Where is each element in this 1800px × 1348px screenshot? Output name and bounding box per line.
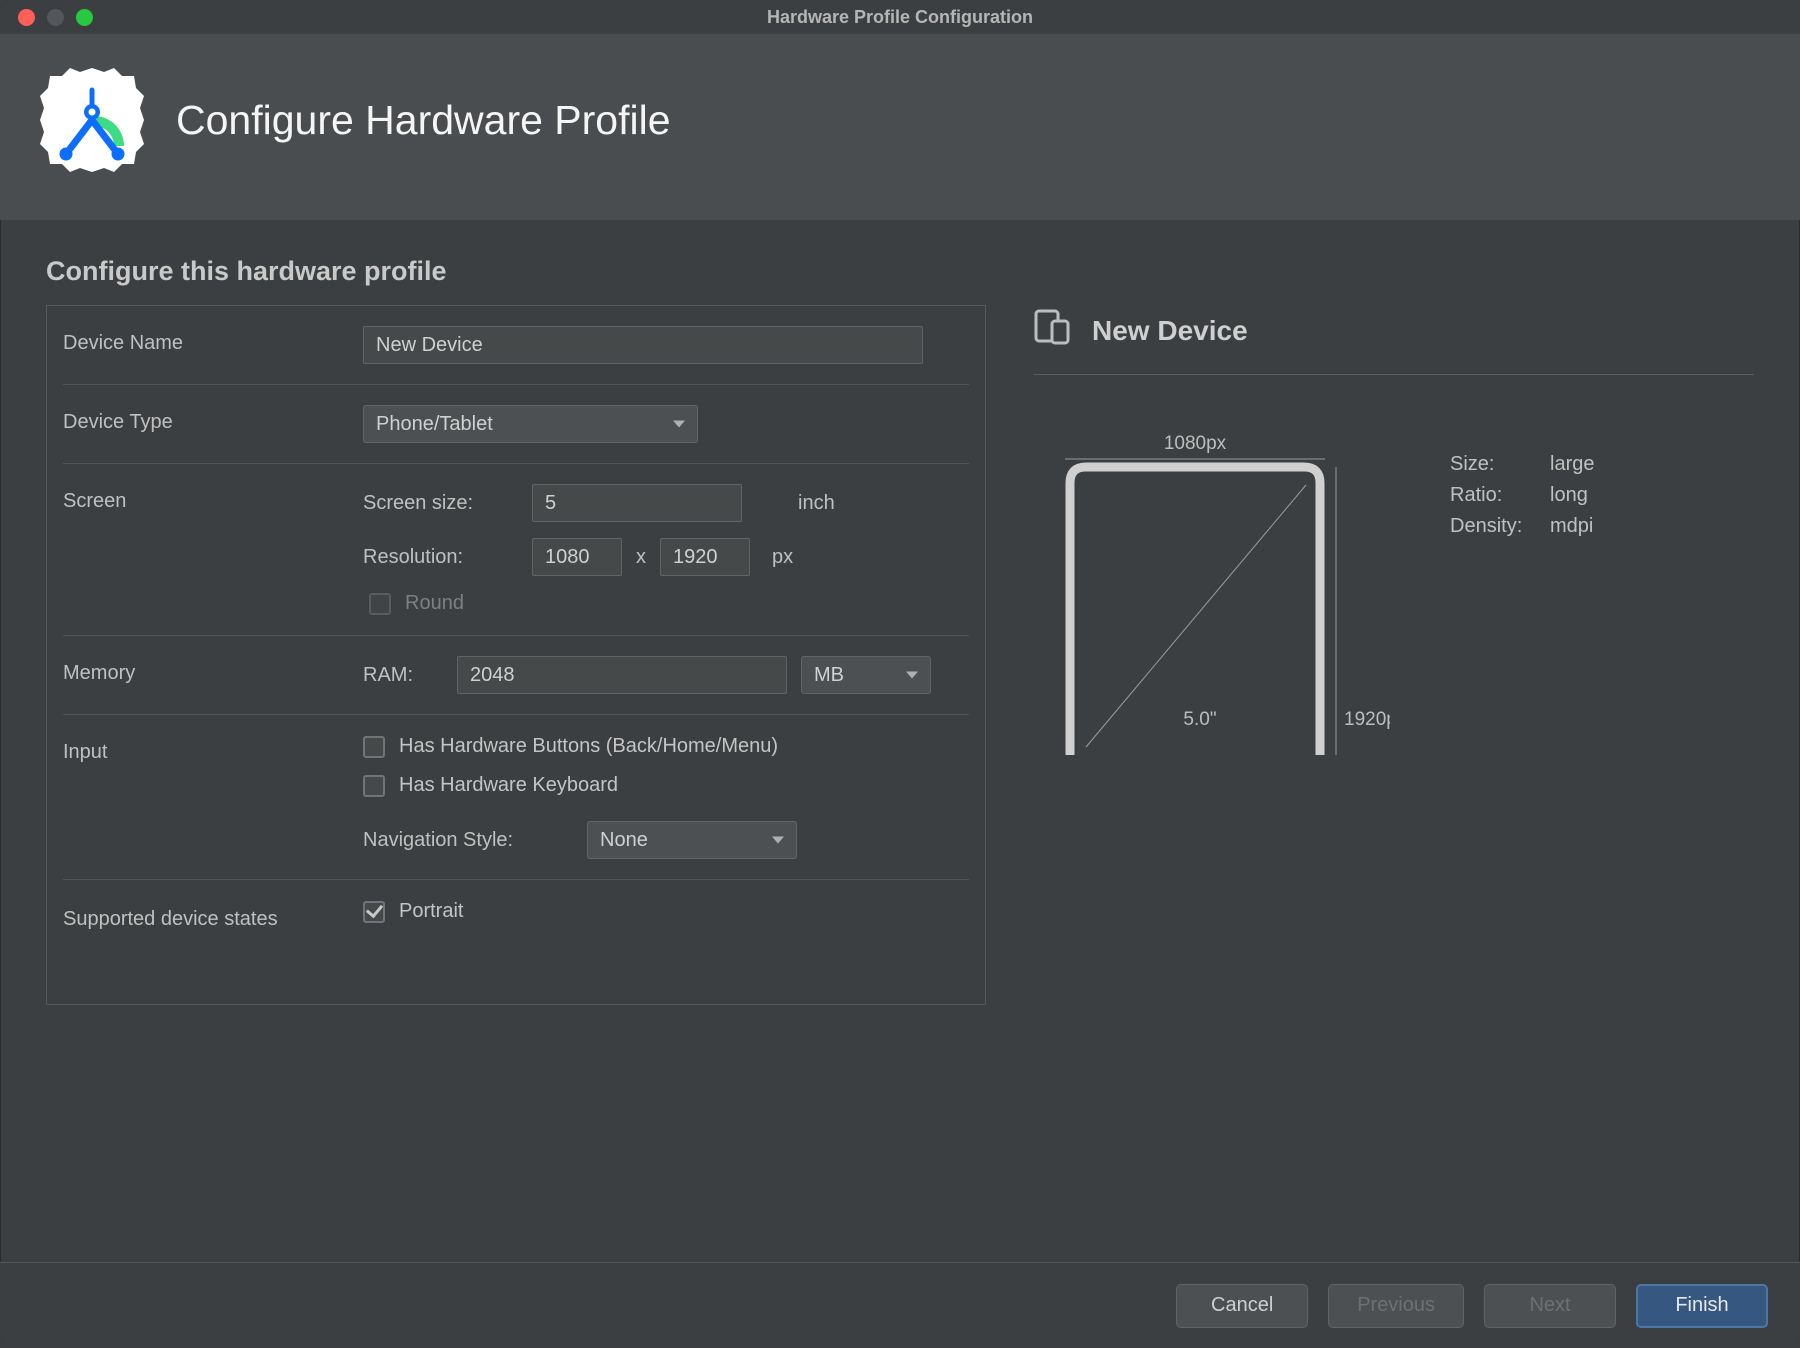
screen-size-input[interactable]: [532, 484, 742, 522]
title-bar: Hardware Profile Configuration: [0, 0, 1800, 34]
ram-unit-select[interactable]: MB: [801, 656, 931, 694]
preview-title: New Device: [1092, 315, 1248, 347]
round-checkbox: [369, 593, 391, 615]
device-name-label: Device Name: [63, 326, 363, 355]
preview-width-label: 1080px: [1164, 433, 1227, 454]
resolution-label: Resolution:: [363, 546, 518, 569]
screen-size-unit: inch: [798, 492, 835, 515]
footer: Cancel Previous Next Finish: [0, 1262, 1800, 1348]
hardware-keyboard-label: Has Hardware Keyboard: [399, 774, 618, 797]
device-type-label: Device Type: [63, 405, 363, 434]
resolution-height-input[interactable]: [660, 538, 750, 576]
spec-size-val: large: [1550, 453, 1594, 475]
resolution-width-input[interactable]: [532, 538, 622, 576]
portrait-checkbox[interactable]: [363, 901, 385, 923]
finish-button[interactable]: Finish: [1636, 1284, 1768, 1328]
input-label: Input: [63, 735, 363, 764]
spec-ratio-key: Ratio:: [1450, 480, 1550, 511]
supported-states-label: Supported device states: [63, 900, 363, 932]
navigation-style-label: Navigation Style:: [363, 829, 573, 852]
spec-list: Size:large Ratio:long Density:mdpi: [1450, 449, 1594, 775]
screen-label: Screen: [63, 484, 363, 513]
round-label: Round: [405, 592, 464, 615]
devices-icon: [1034, 309, 1074, 352]
spec-density-key: Density:: [1450, 511, 1550, 542]
device-type-value: Phone/Tablet: [376, 413, 493, 436]
ram-label: RAM:: [363, 664, 443, 687]
screen-size-label: Screen size:: [363, 492, 518, 515]
row-input: Input Has Hardware Buttons (Back/Home/Me…: [63, 715, 969, 880]
next-button: Next: [1484, 1284, 1616, 1328]
ram-unit-value: MB: [814, 664, 844, 687]
android-studio-icon: [36, 64, 148, 176]
spec-density-val: mdpi: [1550, 515, 1593, 537]
row-device-name: Device Name: [63, 306, 969, 385]
device-name-input[interactable]: [363, 326, 923, 364]
resolution-unit: px: [772, 546, 793, 569]
navigation-style-value: None: [600, 829, 648, 852]
device-preview: 1080px 1920px 5.0": [1050, 425, 1390, 775]
ram-input[interactable]: [457, 656, 787, 694]
hardware-keyboard-checkbox[interactable]: [363, 775, 385, 797]
form-panel: Device Name Device Type Phone/Tablet Scr…: [46, 305, 986, 1005]
cancel-button[interactable]: Cancel: [1176, 1284, 1308, 1328]
resolution-sep: x: [636, 546, 646, 569]
spec-ratio-val: long: [1550, 484, 1588, 506]
spec-size-key: Size:: [1450, 449, 1550, 480]
page-title: Configure Hardware Profile: [176, 97, 671, 144]
device-type-select[interactable]: Phone/Tablet: [363, 405, 698, 443]
section-title: Configure this hardware profile: [46, 256, 1754, 287]
preview-height-label: 1920px: [1344, 709, 1390, 730]
window-title: Hardware Profile Configuration: [0, 7, 1800, 28]
header: Configure Hardware Profile: [0, 34, 1800, 220]
row-memory: Memory RAM: MB: [63, 636, 969, 715]
portrait-label: Portrait: [399, 900, 463, 923]
previous-button: Previous: [1328, 1284, 1464, 1328]
hardware-buttons-label: Has Hardware Buttons (Back/Home/Menu): [399, 735, 778, 758]
preview-panel: New Device 1080px 1920px 5.0": [1034, 305, 1754, 775]
memory-label: Memory: [63, 656, 363, 685]
row-device-type: Device Type Phone/Tablet: [63, 385, 969, 464]
hardware-buttons-checkbox[interactable]: [363, 736, 385, 758]
navigation-style-select[interactable]: None: [587, 821, 797, 859]
row-supported-states: Supported device states Portrait: [63, 880, 969, 952]
preview-diagonal-label: 5.0": [1183, 709, 1216, 730]
row-screen: Screen Screen size: inch Resolution: x: [63, 464, 969, 636]
